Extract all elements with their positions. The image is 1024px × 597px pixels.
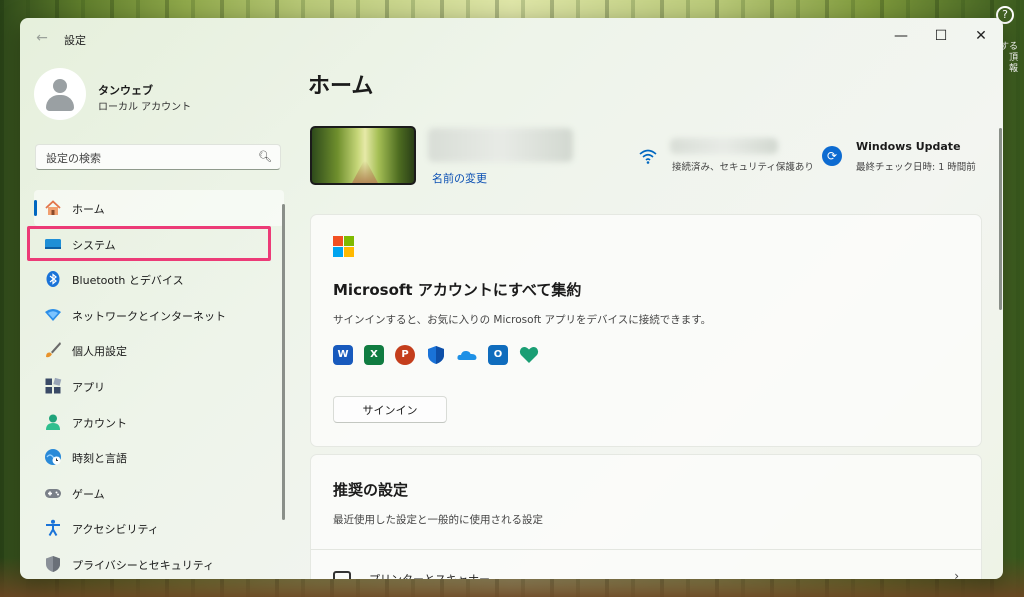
- active-indicator: [34, 200, 37, 216]
- close-button[interactable]: ✕: [961, 22, 1001, 50]
- powerpoint-icon: P: [395, 345, 415, 365]
- recommended-title: 推奨の設定: [333, 481, 409, 499]
- bluetooth-icon: [46, 271, 60, 288]
- sidebar-item-accounts[interactable]: アカウント: [34, 404, 284, 440]
- minimize-button[interactable]: —: [881, 22, 921, 50]
- windows-update-title[interactable]: Windows Update: [856, 140, 961, 153]
- settings-window: ← 設定 — ☐ ✕ タンウェブ ローカル アカウント 🔍︎ ホーム: [20, 18, 1003, 579]
- account-type: ローカル アカウント: [98, 102, 192, 113]
- sidebar-item-label: 個人用設定: [72, 345, 127, 359]
- sidebar-item-label: プライバシーとセキュリティ: [72, 558, 215, 572]
- sidebar-item-label: Bluetooth とデバイス: [72, 274, 184, 288]
- shield-icon: [46, 555, 60, 572]
- windows-update-icon: ⟳: [822, 146, 842, 166]
- sidebar-item-label: アカウント: [72, 416, 127, 430]
- sidebar-item-personalization[interactable]: 個人用設定: [34, 332, 284, 368]
- network-name-blurred: [670, 138, 778, 154]
- app-title: 設定: [64, 34, 86, 47]
- microsoft-account-card: Microsoft アカウントにすべて集約 サインインすると、お気に入りの Mi…: [310, 214, 982, 447]
- user-name: タンウェブ: [98, 84, 153, 97]
- brush-icon: [46, 342, 61, 358]
- sidebar-scrollbar[interactable]: [282, 204, 285, 520]
- sidebar-item-bluetooth[interactable]: Bluetooth とデバイス: [34, 261, 284, 297]
- sidebar-item-accessibility[interactable]: アクセシビリティ: [34, 510, 284, 546]
- printer-icon: [333, 571, 351, 579]
- recommended-settings-card: 推奨の設定 最近使用した設定と一般的に使用される設定 プリンターとスキャナー ›: [310, 454, 982, 579]
- family-icon: [519, 347, 539, 363]
- back-button[interactable]: ←: [32, 29, 52, 47]
- apps-icon: [45, 377, 62, 394]
- title-bar: ← 設定 — ☐ ✕: [20, 18, 1003, 58]
- ms-card-description: サインインすると、お気に入りの Microsoft アプリをデバイスに接続できま…: [333, 314, 712, 326]
- windows-update-last-checked: 最終チェック日時: 1 時間前: [856, 162, 976, 173]
- sidebar-item-home[interactable]: ホーム: [34, 190, 284, 226]
- divider: [311, 549, 981, 550]
- network-status: 接続済み、セキュリティ保護あり: [672, 162, 814, 173]
- network-icon: [45, 308, 61, 321]
- search-icon[interactable]: 🔍︎: [258, 150, 272, 163]
- sidebar-item-label: ホーム: [72, 203, 105, 216]
- recommended-row-label[interactable]: プリンターとスキャナー: [369, 571, 490, 579]
- sidebar-item-label: アクセシビリティ: [72, 523, 159, 537]
- sidebar-item-label: ネットワークとインターネット: [72, 309, 226, 323]
- sidebar-nav: ホーム システム Bluetooth とデバイス ネットワークとインターネット: [34, 190, 284, 579]
- ms-card-title: Microsoft アカウントにすべて集約: [333, 281, 582, 299]
- account-icon: [46, 414, 60, 430]
- main-scrollbar[interactable]: [999, 128, 1002, 310]
- chevron-right-icon[interactable]: ›: [954, 569, 959, 579]
- sidebar-item-gaming[interactable]: ゲーム: [34, 475, 284, 511]
- device-name-blurred: [428, 128, 573, 162]
- sidebar-item-system[interactable]: システム: [34, 226, 284, 262]
- recommended-description: 最近使用した設定と一般的に使用される設定: [333, 514, 543, 526]
- excel-icon: X: [364, 345, 384, 365]
- home-icon: [45, 200, 61, 215]
- avatar: [34, 68, 86, 120]
- search-input[interactable]: [44, 149, 258, 167]
- sidebar-item-network[interactable]: ネットワークとインターネット: [34, 297, 284, 333]
- sidebar-item-label: 時刻と言語: [72, 452, 127, 466]
- onedrive-icon: [457, 350, 477, 360]
- settings-search[interactable]: 🔍︎: [35, 144, 281, 170]
- rename-link[interactable]: 名前の変更: [432, 170, 487, 186]
- wifi-icon: [639, 149, 657, 164]
- sidebar-item-label: アプリ: [72, 380, 105, 394]
- sidebar-item-label: システム: [72, 238, 116, 252]
- microsoft-logo-icon: [333, 236, 354, 257]
- defender-icon: [428, 346, 444, 364]
- signin-button[interactable]: サインイン: [333, 396, 447, 423]
- outlook-icon: O: [488, 345, 508, 365]
- sidebar-item-label: ゲーム: [72, 487, 105, 501]
- device-wallpaper-thumbnail: [310, 126, 416, 185]
- page-title: ホーム: [308, 74, 374, 99]
- word-icon: W: [333, 345, 353, 365]
- maximize-button[interactable]: ☐: [921, 22, 961, 50]
- system-icon: [45, 238, 61, 249]
- sidebar-item-apps[interactable]: アプリ: [34, 368, 284, 404]
- sidebar-item-time-language[interactable]: 時刻と言語: [34, 439, 284, 475]
- sidebar-item-privacy[interactable]: プライバシーとセキュリティ: [34, 546, 284, 579]
- time-language-icon: [45, 449, 61, 466]
- accessibility-icon: [46, 520, 60, 537]
- gamepad-icon: [45, 488, 61, 498]
